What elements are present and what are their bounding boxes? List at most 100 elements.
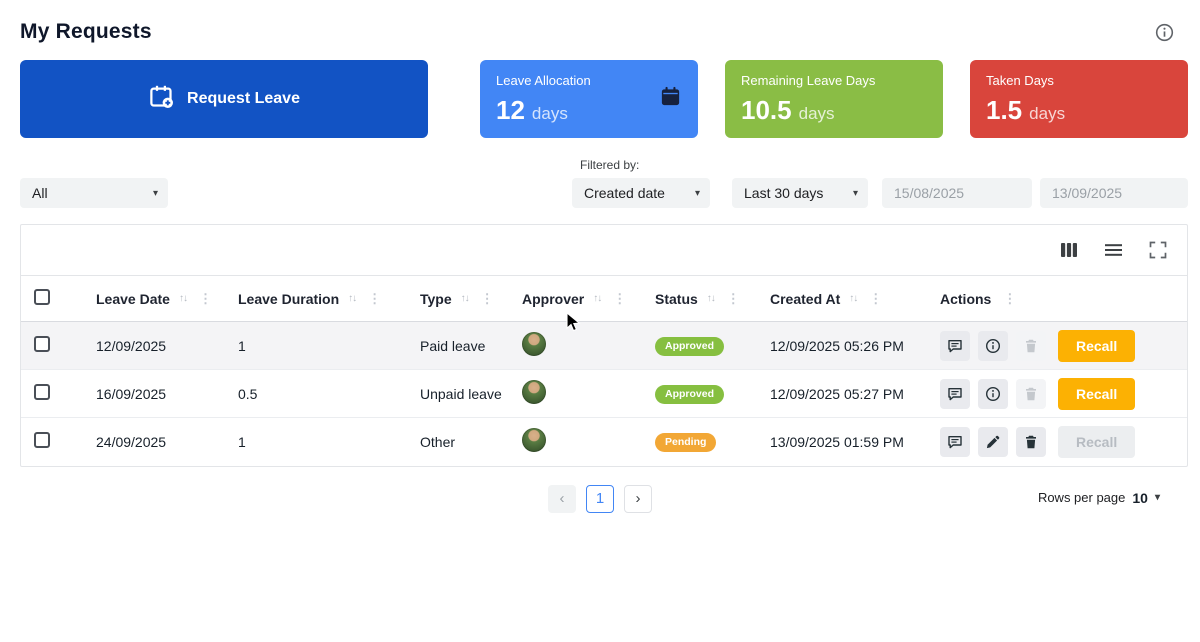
column-menu-icon[interactable]: ⋮ — [368, 291, 381, 307]
leave-duration-cell: 1 — [238, 337, 246, 354]
edit-pencil-icon-button[interactable] — [978, 426, 1008, 457]
date-range-value: Last 30 days — [744, 185, 824, 201]
previous-page-button[interactable]: ‹ — [548, 484, 576, 513]
sort-icon[interactable]: ↑↓ — [593, 293, 602, 304]
table-row: 24/09/2025 1 Other Pending 13/09/2025 01… — [21, 417, 1187, 466]
request-leave-button[interactable]: Request Leave — [20, 60, 428, 138]
column-menu-icon[interactable]: ⋮ — [613, 291, 626, 307]
status-badge: Approved — [655, 384, 725, 404]
card-value: 10.5 — [741, 95, 792, 125]
recall-button[interactable]: Recall — [1058, 329, 1136, 362]
recall-button[interactable]: Recall — [1058, 377, 1136, 410]
status-badge: Pending — [655, 432, 717, 452]
row-checkbox[interactable] — [34, 336, 50, 352]
page-title: My Requests — [20, 20, 152, 43]
card-unit: days — [1029, 104, 1066, 123]
approver-avatar — [522, 428, 546, 453]
chevron-down-icon: ▾ — [1154, 492, 1160, 503]
card-taken-days: Taken Days 1.5 days — [970, 60, 1188, 138]
approver-avatar — [522, 380, 546, 404]
date-from-input[interactable]: 15/08/2025 — [882, 178, 1032, 208]
next-page-button[interactable]: › — [624, 484, 652, 513]
requests-table: Leave Date ↑↓ ⋮ Leave Duration ↑↓ ⋮ Type ↑↓ ⋮ … — [21, 275, 1187, 466]
fullscreen-icon[interactable] — [1149, 241, 1167, 259]
sort-icon[interactable]: ↑↓ — [461, 293, 470, 304]
chevron-down-icon: ▾ — [152, 187, 158, 199]
table-row: 12/09/2025 1 Paid leave Approved 12/09/2… — [21, 321, 1187, 370]
card-value: 1.5 — [986, 95, 1023, 125]
created-at-cell: 12/09/2025 05:26 PM — [770, 337, 904, 354]
sort-icon[interactable]: ↑↓ — [707, 293, 716, 304]
select-all-checkbox[interactable] — [34, 289, 50, 305]
filter-field-select[interactable]: Created date ▾ — [572, 178, 710, 208]
delete-icon-button[interactable] — [1016, 426, 1046, 457]
type-cell: Unpaid leave — [420, 385, 502, 402]
status-filter-select[interactable]: All ▾ — [20, 178, 168, 208]
leave-duration-cell: 0.5 — [238, 385, 258, 402]
request-leave-label: Request Leave — [187, 90, 300, 107]
page-number-button[interactable]: 1 — [586, 484, 614, 513]
column-header-created-at: Created At — [770, 290, 841, 307]
card-unit: days — [531, 104, 568, 123]
delete-icon-button — [1016, 378, 1046, 409]
filtered-by-label: Filtered by: — [580, 158, 640, 172]
table-toolbar — [21, 225, 1187, 275]
rows-per-page-select[interactable]: 10 ▾ — [1132, 490, 1160, 506]
calendar-plus-icon — [148, 83, 175, 115]
column-menu-icon[interactable]: ⋮ — [1003, 291, 1016, 307]
calendar-icon — [659, 85, 682, 113]
status-badge: Approved — [655, 336, 725, 356]
status-filter-value: All — [32, 185, 48, 201]
date-range-select[interactable]: Last 30 days ▾ — [732, 178, 868, 208]
column-header-status: Status — [655, 290, 698, 307]
rows-per-page-label: Rows per page — [1037, 490, 1126, 505]
info-icon[interactable] — [1155, 23, 1174, 42]
sort-icon[interactable]: ↑↓ — [348, 293, 357, 304]
column-header-actions: Actions — [940, 290, 992, 307]
chevron-down-icon: ▾ — [852, 187, 858, 199]
column-header-approver: Approver — [522, 290, 585, 307]
date-to-input[interactable]: 13/09/2025 — [1040, 178, 1188, 208]
leave-date-cell: 16/09/2025 — [96, 385, 167, 402]
date-to-value: 13/09/2025 — [1052, 185, 1123, 201]
column-menu-icon[interactable]: ⋮ — [727, 291, 740, 307]
column-menu-icon[interactable]: ⋮ — [199, 291, 212, 307]
type-cell: Other — [420, 433, 456, 450]
card-unit: days — [798, 104, 835, 123]
recall-button: Recall — [1058, 425, 1136, 458]
comment-icon-button[interactable] — [940, 330, 970, 361]
column-header-leave-duration: Leave Duration — [238, 290, 340, 307]
card-leave-allocation: Leave Allocation 12 days — [480, 60, 698, 138]
row-checkbox[interactable] — [34, 432, 50, 449]
chevron-down-icon: ▾ — [694, 187, 700, 199]
leave-date-cell: 24/09/2025 — [96, 433, 167, 450]
sort-icon[interactable]: ↑↓ — [179, 293, 188, 304]
created-at-cell: 13/09/2025 01:59 PM — [770, 433, 904, 450]
row-density-icon[interactable] — [1104, 241, 1123, 259]
details-info-icon-button[interactable] — [978, 378, 1008, 409]
row-checkbox[interactable] — [34, 384, 50, 400]
table-row: 16/09/2025 0.5 Unpaid leave Approved 12/… — [21, 369, 1187, 418]
column-menu-icon[interactable]: ⋮ — [869, 291, 882, 307]
column-header-leave-date: Leave Date — [96, 290, 170, 307]
comment-icon-button[interactable] — [940, 378, 970, 409]
details-info-icon-button[interactable] — [978, 330, 1008, 361]
approver-avatar — [522, 332, 546, 356]
columns-icon[interactable] — [1060, 241, 1078, 259]
leave-date-cell: 12/09/2025 — [96, 337, 167, 354]
card-label: Remaining Leave Days — [741, 73, 876, 88]
summary-cards: Request Leave Leave Allocation 12 days R… — [20, 60, 1188, 138]
pagination-bar: ‹ 1 › Rows per page 10 ▾ — [0, 484, 1200, 521]
column-menu-icon[interactable]: ⋮ — [481, 291, 494, 307]
leave-duration-cell: 1 — [238, 433, 246, 450]
card-value: 12 — [496, 95, 525, 125]
date-from-value: 15/08/2025 — [894, 185, 965, 201]
sort-icon[interactable]: ↑↓ — [849, 293, 858, 304]
filters-bar: All ▾ Filtered by: Created date ▾ Last 3… — [20, 158, 1188, 208]
comment-icon-button[interactable] — [940, 426, 970, 457]
column-header-type: Type — [420, 290, 452, 307]
card-remaining-leave-days: Remaining Leave Days 10.5 days — [725, 60, 943, 138]
requests-table-container: Leave Date ↑↓ ⋮ Leave Duration ↑↓ ⋮ Type ↑↓ ⋮ … — [20, 224, 1188, 467]
page-header: My Requests — [0, 0, 1200, 44]
type-cell: Paid leave — [420, 337, 486, 354]
